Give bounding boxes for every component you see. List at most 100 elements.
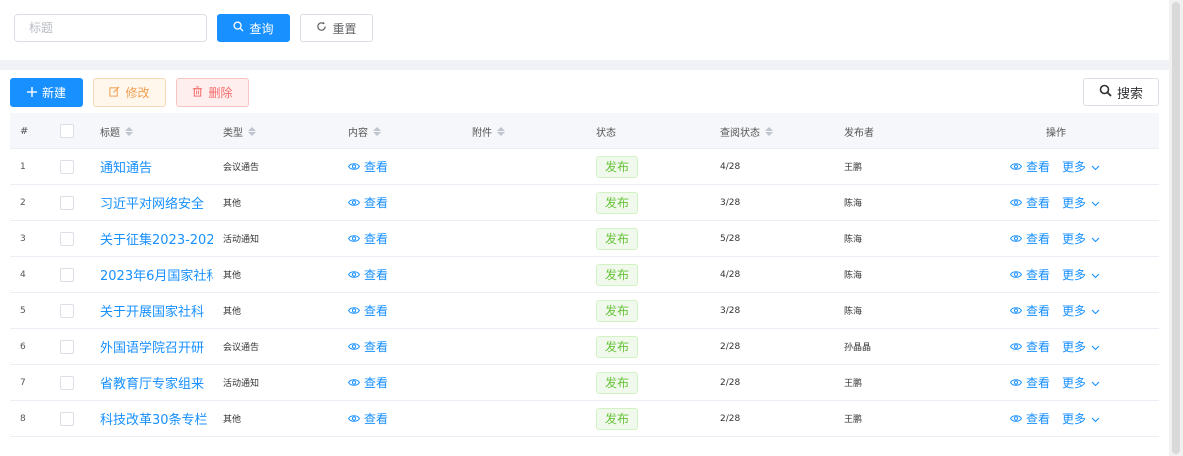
row-select-cell: [60, 365, 74, 400]
header-read-status[interactable]: 查阅状态: [720, 113, 773, 149]
row-read-cell: 4/28: [720, 257, 740, 292]
header-publisher-label: 发布者: [844, 127, 874, 139]
row-title-link[interactable]: 省教育厅专家组来: [100, 373, 213, 392]
row-checkbox[interactable]: [60, 303, 74, 318]
vertical-scrollbar[interactable]: [1169, 0, 1183, 456]
table-row[interactable]: 8 科技改革30条专栏 其他 查看 发布 2/28 王鹏 查看 更多: [10, 401, 1159, 437]
section-divider: [0, 60, 1169, 70]
view-content-link[interactable]: 查看: [348, 158, 388, 175]
view-action-label: 查看: [1026, 304, 1051, 318]
title-search-input[interactable]: [14, 14, 207, 42]
sort-icon[interactable]: [497, 126, 505, 136]
row-index-cell: 4: [20, 257, 26, 292]
main-area: 查询 重置 新建 修改 删除 搜索 #: [0, 0, 1169, 456]
row-title-cell: 关于开展国家社科: [100, 293, 213, 328]
view-content-link[interactable]: 查看: [348, 230, 388, 247]
row-type: 活动通知: [223, 235, 260, 245]
row-checkbox[interactable]: [60, 411, 74, 426]
row-publisher-cell: 陈海: [844, 185, 862, 220]
row-checkbox[interactable]: [60, 159, 74, 174]
table-row[interactable]: 7 省教育厅专家组来 活动通知 查看 发布 2/28 王鹏 查看 更多: [10, 365, 1159, 401]
view-action-link[interactable]: 查看: [1010, 194, 1050, 211]
query-button[interactable]: 查询: [217, 14, 290, 42]
view-content-label: 查看: [364, 196, 389, 210]
row-publisher-cell: 孙晶晶: [844, 329, 871, 364]
row-type-cell: 其他: [223, 401, 241, 436]
sort-icon[interactable]: [373, 126, 381, 136]
more-dropdown[interactable]: 更多: [1062, 410, 1100, 427]
row-publisher: 陈海: [844, 271, 863, 281]
view-action-link[interactable]: 查看: [1010, 302, 1050, 319]
row-checkbox[interactable]: [60, 195, 74, 210]
view-content-link[interactable]: 查看: [348, 410, 388, 427]
row-title-link[interactable]: 通知通告: [100, 157, 213, 176]
view-content-link[interactable]: 查看: [348, 266, 388, 283]
view-action-link[interactable]: 查看: [1010, 374, 1050, 391]
row-publisher-cell: 陈海: [844, 257, 862, 292]
row-title-link[interactable]: 习近平对网络安全: [100, 193, 213, 212]
more-dropdown[interactable]: 更多: [1062, 230, 1100, 247]
sort-icon[interactable]: [248, 126, 256, 136]
row-title-link[interactable]: 科技改革30条专栏: [100, 409, 213, 428]
reset-button[interactable]: 重置: [300, 14, 373, 42]
view-content-label: 查看: [364, 304, 389, 318]
table-row[interactable]: 3 关于征集2023-202 活动通知 查看 发布 5/28 陈海 查看 更多: [10, 221, 1159, 257]
table-row[interactable]: 1 通知通告 会议通告 查看 发布 4/28 王鹏 查看 更多: [10, 149, 1159, 185]
row-checkbox[interactable]: [60, 231, 74, 246]
view-action-link[interactable]: 查看: [1010, 338, 1050, 355]
more-dropdown[interactable]: 更多: [1062, 374, 1100, 391]
row-title-link[interactable]: 外国语学院召开研: [100, 337, 213, 356]
row-type: 会议通告: [223, 343, 260, 353]
header-status: 状态: [596, 113, 616, 149]
view-action-label: 查看: [1026, 160, 1051, 174]
row-title-link[interactable]: 2023年6月国家社科: [100, 265, 213, 284]
view-content-link[interactable]: 查看: [348, 194, 388, 211]
row-title-link[interactable]: 关于征集2023-202: [100, 229, 213, 248]
row-checkbox[interactable]: [60, 375, 74, 390]
table-row[interactable]: 5 关于开展国家社科 其他 查看 发布 3/28 陈海 查看 更多: [10, 293, 1159, 329]
table-row[interactable]: 2 习近平对网络安全 其他 查看 发布 3/28 陈海 查看 更多: [10, 185, 1159, 221]
trash-icon: [192, 85, 203, 100]
edit-button[interactable]: 修改: [93, 78, 166, 107]
scrollbar-thumb[interactable]: [1172, 2, 1180, 454]
row-actions-cell: 查看 更多: [1010, 149, 1100, 184]
header-title-label: 标题: [100, 127, 120, 139]
row-index: 5: [20, 305, 26, 316]
more-dropdown[interactable]: 更多: [1062, 266, 1100, 283]
row-checkbox[interactable]: [60, 267, 74, 282]
select-all-checkbox[interactable]: [60, 124, 74, 138]
row-publisher-cell: 王鹏: [844, 401, 862, 436]
view-content-link[interactable]: 查看: [348, 374, 388, 391]
view-content-link[interactable]: 查看: [348, 302, 388, 319]
row-read-status: 2/28: [720, 377, 741, 388]
row-index-cell: 2: [20, 185, 26, 220]
sort-icon[interactable]: [765, 126, 773, 136]
row-checkbox[interactable]: [60, 339, 74, 354]
view-action-link[interactable]: 查看: [1010, 410, 1050, 427]
more-dropdown[interactable]: 更多: [1062, 338, 1100, 355]
delete-button[interactable]: 删除: [176, 78, 249, 107]
more-dropdown[interactable]: 更多: [1062, 302, 1100, 319]
view-action-link[interactable]: 查看: [1010, 230, 1050, 247]
header-type[interactable]: 类型: [223, 113, 256, 149]
more-dropdown[interactable]: 更多: [1062, 158, 1100, 175]
view-action-link[interactable]: 查看: [1010, 266, 1050, 283]
view-action-label: 查看: [1026, 196, 1051, 210]
table-row[interactable]: 6 外国语学院召开研 会议通告 查看 发布 2/28 孙晶晶 查看 更多: [10, 329, 1159, 365]
new-button[interactable]: 新建: [10, 78, 83, 107]
header-content[interactable]: 内容: [348, 113, 381, 149]
query-button-label: 查询: [249, 21, 274, 36]
row-index: 3: [20, 233, 26, 244]
header-attachment[interactable]: 附件: [472, 113, 505, 149]
header-title[interactable]: 标题: [100, 113, 133, 149]
row-title-link[interactable]: 关于开展国家社科: [100, 301, 213, 320]
row-publisher: 王鹏: [844, 163, 863, 173]
more-dropdown[interactable]: 更多: [1062, 194, 1100, 211]
sort-icon[interactable]: [125, 126, 133, 136]
view-action-link[interactable]: 查看: [1010, 158, 1050, 175]
view-content-link[interactable]: 查看: [348, 338, 388, 355]
eye-icon: [1010, 232, 1022, 246]
toggle-search-button[interactable]: 搜索: [1083, 78, 1159, 106]
table-row[interactable]: 4 2023年6月国家社科 其他 查看 发布 4/28 陈海 查看 更多: [10, 257, 1159, 293]
view-content-label: 查看: [364, 268, 389, 282]
